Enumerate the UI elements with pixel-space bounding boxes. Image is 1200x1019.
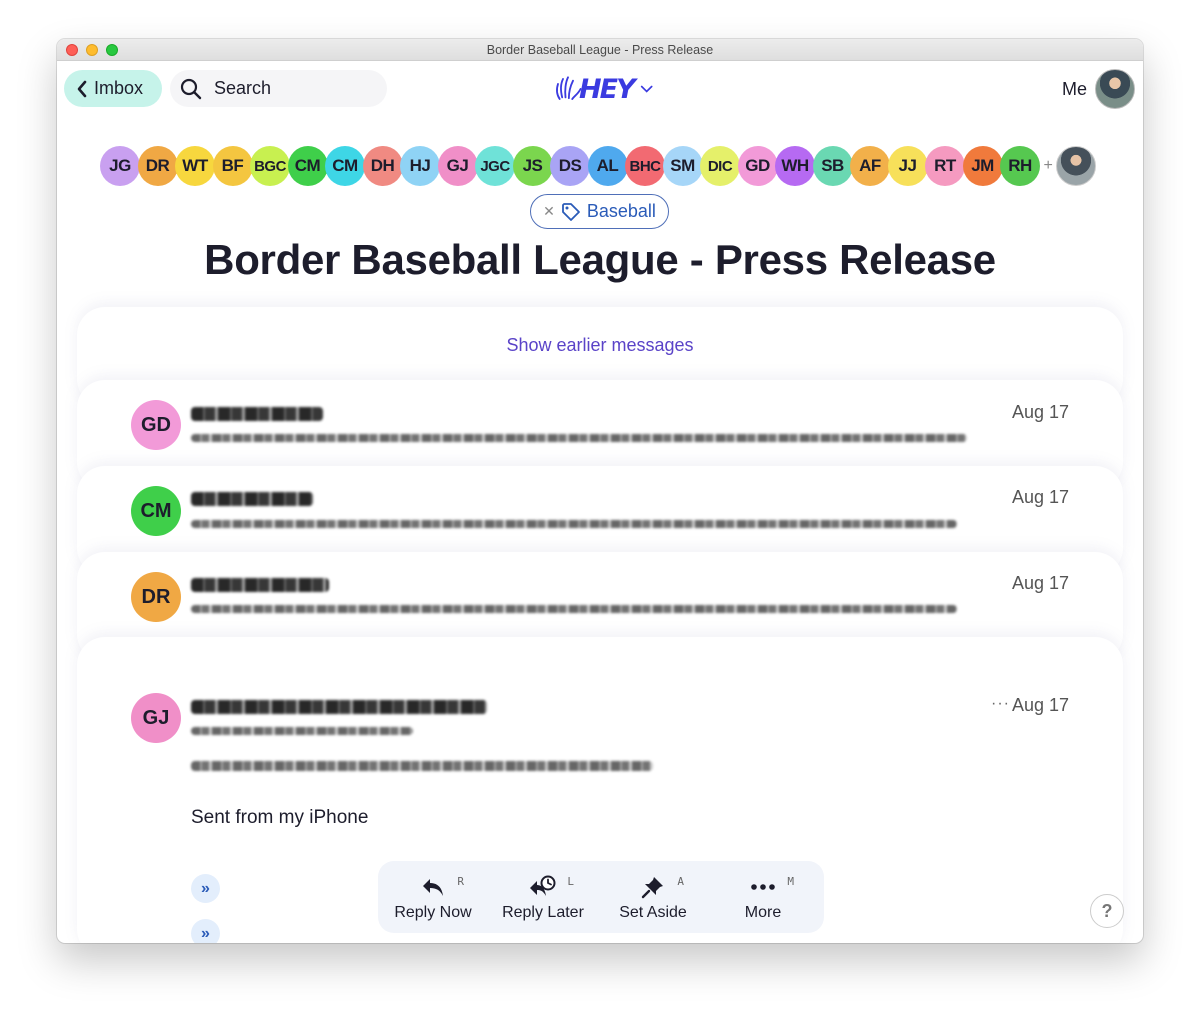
tag-label: Baseball: [586, 201, 656, 221]
participant-avatar[interactable]: WT: [175, 146, 215, 186]
action-label: Reply Now: [394, 904, 472, 921]
sender-name-redacted: [191, 407, 323, 421]
participant-avatar[interactable]: CM: [287, 146, 328, 186]
action-label: Set Aside: [619, 904, 687, 921]
back-to-imbox-button[interactable]: Imbox: [64, 70, 162, 107]
title-bar: Border Baseball League - Press Release: [57, 39, 1143, 61]
expand-quoted-icon[interactable]: »: [191, 874, 220, 903]
sender-name-redacted: [191, 578, 329, 592]
participant-avatar[interactable]: SM: [662, 146, 703, 186]
chevron-left-icon: [77, 80, 87, 97]
participant-avatar[interactable]: WH: [775, 146, 815, 186]
hey-menu-button[interactable]: HEY: [553, 69, 653, 109]
reply-icon: [421, 874, 445, 900]
close-window-button[interactable]: [66, 44, 78, 56]
shortcut-key: L: [567, 875, 574, 888]
participant-avatar[interactable]: HJ: [400, 146, 440, 186]
participant-avatar[interactable]: RH: [1000, 146, 1040, 186]
preview-redacted: [191, 520, 957, 528]
message-date: Aug 17: [1011, 695, 1069, 715]
sender-avatar: GJ: [131, 693, 181, 743]
more-icon: [750, 874, 776, 900]
participant-avatar[interactable]: GJ: [437, 146, 478, 186]
recipients-redacted: [191, 727, 413, 735]
reply-later-icon: [529, 874, 557, 900]
preview-redacted: [191, 434, 967, 442]
participant-photo-avatar[interactable]: [1055, 146, 1096, 186]
search-label: Search: [214, 78, 272, 98]
reply-now-button[interactable]: R Reply Now: [378, 861, 488, 933]
message-date: Aug 17: [1011, 402, 1069, 422]
sender-name-redacted: [191, 492, 313, 506]
thread: Show earlier messages GD Aug 17 CM Aug 1…: [77, 307, 1123, 943]
participant-avatar[interactable]: BGC: [250, 146, 290, 186]
shortcut-key: R: [457, 875, 464, 888]
set-aside-button[interactable]: A Set Aside: [598, 861, 708, 933]
zoom-window-button[interactable]: [106, 44, 118, 56]
label-tag[interactable]: ✕ Baseball: [530, 194, 669, 229]
participant-avatar[interactable]: JJ: [887, 146, 928, 186]
expand-quoted-icon[interactable]: »: [191, 919, 220, 943]
search-icon: [180, 78, 202, 99]
participant-avatar[interactable]: CM: [325, 146, 365, 186]
participant-avatar[interactable]: DIC: [700, 146, 740, 186]
pin-icon: [641, 874, 665, 900]
participant-avatar[interactable]: AF: [850, 146, 890, 186]
participant-avatar[interactable]: AL: [587, 146, 628, 186]
user-avatar[interactable]: [1095, 69, 1135, 109]
shortcut-key: M: [787, 875, 794, 888]
sender-name-redacted: [191, 700, 487, 714]
participants-row: JG DR WT BF BGC CM CM DH HJ GJ JGC JS DS AL BHC SM DIC GD…: [100, 146, 1096, 186]
search-button[interactable]: Search: [170, 70, 387, 107]
action-label: Reply Later: [502, 904, 584, 921]
signature-text: Sent from my iPhone: [191, 807, 369, 828]
participant-avatar[interactable]: BF: [212, 146, 253, 186]
participant-avatar[interactable]: RT: [925, 146, 965, 186]
participant-avatar[interactable]: JM: [962, 146, 1003, 186]
traffic-lights: [66, 44, 118, 56]
participant-avatar[interactable]: SB: [812, 146, 853, 186]
top-bar: Imbox Search HEY Me: [57, 69, 1143, 109]
back-label: Imbox: [94, 78, 144, 98]
participant-avatar[interactable]: JGC: [475, 146, 515, 186]
tag-icon: [561, 202, 580, 221]
message-date: Aug 17: [1011, 573, 1069, 593]
me-label[interactable]: Me: [1062, 79, 1087, 100]
message-date: Aug 17: [1011, 487, 1069, 507]
more-button[interactable]: M More: [708, 861, 818, 933]
app-window: Border Baseball League - Press Release I…: [57, 39, 1143, 943]
action-bar: R Reply Now L Reply Later A Set Aside M: [378, 861, 824, 933]
reply-later-button[interactable]: L Reply Later: [488, 861, 598, 933]
participant-avatar[interactable]: DR: [137, 146, 178, 186]
participant-avatar[interactable]: DS: [550, 146, 590, 186]
help-button[interactable]: ?: [1090, 894, 1124, 928]
shortcut-key: A: [677, 875, 684, 888]
participant-avatar[interactable]: BHC: [625, 146, 665, 186]
action-label: More: [744, 904, 782, 921]
sender-avatar: DR: [131, 572, 181, 622]
participant-avatar[interactable]: DH: [362, 146, 403, 186]
participant-avatar[interactable]: JG: [100, 146, 140, 186]
sender-avatar: GD: [131, 400, 181, 450]
chevron-down-icon: [640, 85, 653, 93]
minimize-window-button[interactable]: [86, 44, 98, 56]
window-title: Border Baseball League - Press Release: [486, 43, 714, 57]
remove-tag-icon[interactable]: ✕: [543, 203, 555, 220]
logo-text: HEY: [579, 73, 636, 105]
body-redacted: [191, 761, 653, 771]
sender-avatar: CM: [131, 486, 181, 536]
more-participants-icon[interactable]: +: [1044, 157, 1053, 175]
thread-subject: Border Baseball League - Press Release: [204, 236, 996, 283]
preview-redacted: [191, 605, 957, 613]
show-earlier-link[interactable]: Show earlier messages: [77, 335, 1123, 356]
message-menu-icon[interactable]: ···: [991, 695, 1010, 713]
participant-avatar[interactable]: JS: [512, 146, 553, 186]
participant-avatar[interactable]: GD: [737, 146, 778, 186]
